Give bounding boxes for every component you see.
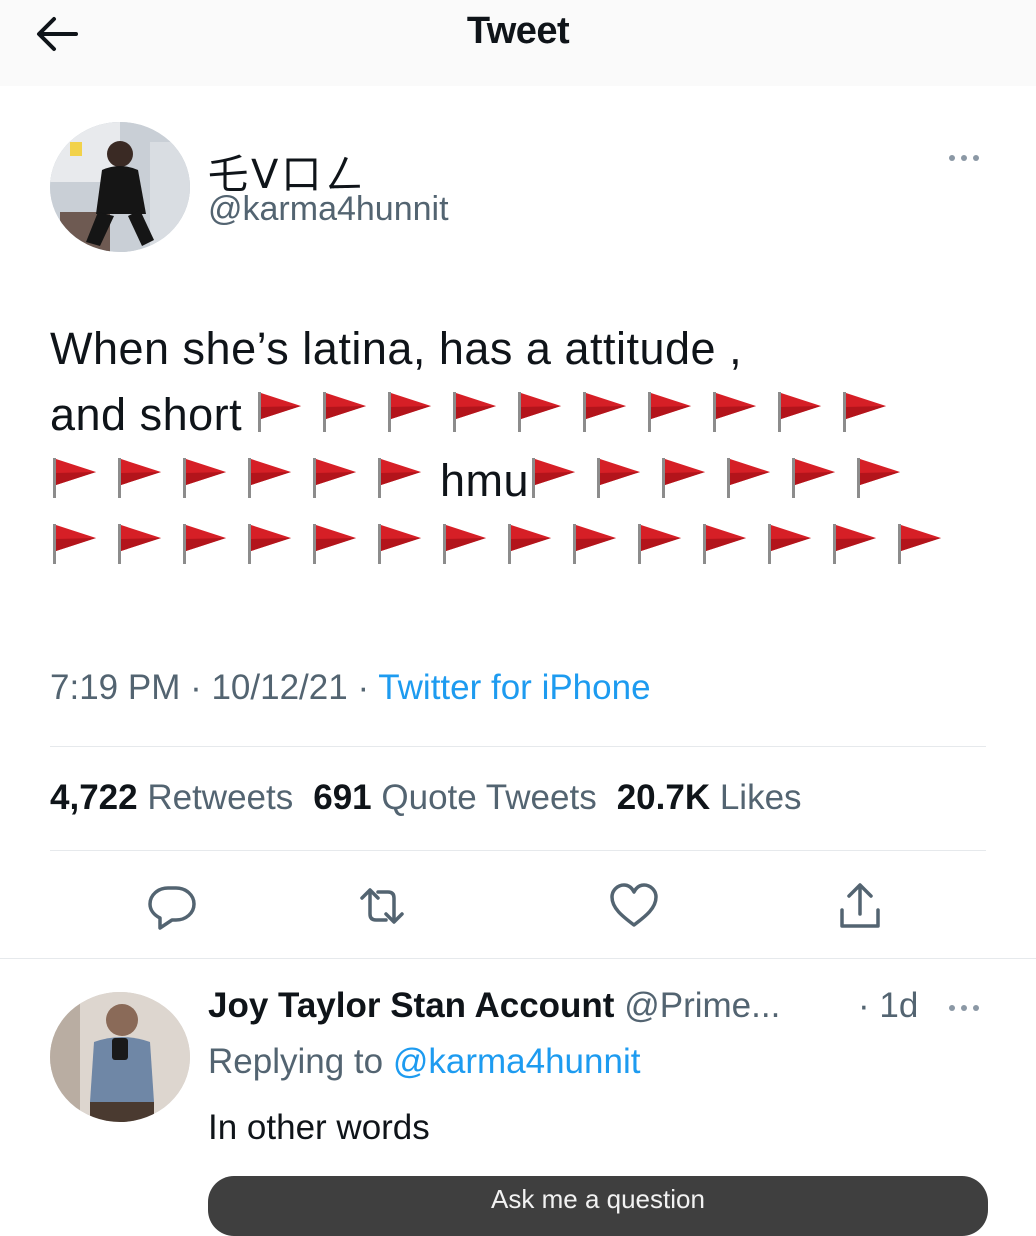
likes-stat[interactable]: 20.7K Likes: [617, 778, 802, 817]
tweet-line-2-text: and short: [50, 389, 243, 440]
like-icon: [610, 883, 658, 927]
reply-author-handle[interactable]: @Prime...: [624, 986, 780, 1025]
red-flag-emoji: [775, 390, 825, 434]
divider: [50, 746, 986, 747]
reply-media-card[interactable]: Ask me a question: [208, 1176, 988, 1236]
red-flag-emoji: [450, 390, 500, 434]
red-flag-emoji: [245, 456, 295, 500]
reply-icon: [148, 886, 196, 930]
red-flag-emoji: [505, 522, 555, 566]
red-flag-emoji: [50, 522, 100, 566]
red-flag-emoji: [440, 522, 490, 566]
red-flag-emoji: [245, 522, 295, 566]
red-flag-emoji: [310, 522, 360, 566]
quotes-count: 691: [313, 778, 372, 817]
retweet-button[interactable]: [356, 880, 408, 932]
red-flag-emoji: [320, 390, 370, 434]
retweets-label: Retweets: [147, 778, 294, 817]
red-flag-emoji: [310, 456, 360, 500]
tweet-hmu-text: hmu: [440, 455, 530, 506]
tweet-stats: 4,722 Retweets 691 Quote Tweets 20.7K Like…: [50, 778, 802, 818]
meta-separator: ·: [180, 668, 212, 707]
flag-group: [50, 455, 440, 506]
red-flag-emoji: [645, 390, 695, 434]
tweet-line-1: When she’s latina, has a attitude ,: [50, 323, 743, 374]
reply-time: · 1d: [858, 986, 919, 1025]
tweet-line-3: hmu: [50, 448, 1010, 514]
replying-to: Replying to @karma4hunnit: [208, 1042, 640, 1082]
reply-button[interactable]: [146, 880, 198, 932]
meta-separator: ·: [347, 668, 379, 707]
red-flag-emoji: [180, 456, 230, 500]
red-flag-emoji: [375, 456, 425, 500]
red-flag-emoji: [724, 456, 774, 500]
red-flag-emoji: [895, 522, 945, 566]
red-flag-emoji: [570, 522, 620, 566]
flag-group: [529, 455, 919, 506]
red-flag-emoji: [50, 456, 100, 500]
retweet-icon: [360, 888, 404, 924]
replying-to-label: Replying to: [208, 1042, 384, 1081]
red-flag-emoji: [115, 456, 165, 500]
like-button[interactable]: [608, 880, 660, 932]
more-icon: [949, 155, 979, 161]
tweet-line-2: and short: [50, 382, 1010, 448]
red-flag-emoji: [515, 390, 565, 434]
red-flag-emoji: [659, 456, 709, 500]
quote-tweets-stat[interactable]: 691 Quote Tweets: [313, 778, 596, 817]
red-flag-emoji: [840, 390, 890, 434]
red-flag-emoji: [385, 390, 435, 434]
reply-author-name[interactable]: Joy Taylor Stan Account: [208, 986, 614, 1025]
tweet-time: 7:19 PM: [50, 668, 181, 707]
tweet-meta: 7:19 PM · 10/12/21 · Twitter for iPhone: [50, 668, 651, 708]
red-flag-emoji: [594, 456, 644, 500]
red-flag-emoji: [830, 522, 880, 566]
red-flag-emoji: [180, 522, 230, 566]
share-button[interactable]: [834, 880, 886, 932]
tweet-line-4: [50, 514, 1010, 580]
red-flag-emoji: [255, 390, 305, 434]
red-flag-emoji: [580, 390, 630, 434]
red-flag-emoji: [765, 522, 815, 566]
share-icon: [840, 883, 880, 928]
replying-to-link[interactable]: @karma4hunnit: [393, 1042, 641, 1081]
red-flag-emoji: [529, 456, 579, 500]
tweet-text: When she’s latina, has a attitude , and …: [50, 316, 1010, 580]
red-flag-emoji: [635, 522, 685, 566]
tweet-date: 10/12/21: [211, 668, 348, 707]
red-flag-emoji: [854, 456, 904, 500]
quotes-label: Quote Tweets: [381, 778, 597, 817]
red-flag-emoji: [700, 522, 750, 566]
tweet-source-link[interactable]: Twitter for iPhone: [378, 668, 650, 707]
retweets-stat[interactable]: 4,722 Retweets: [50, 778, 293, 817]
reply-header: Joy Taylor Stan Account @Prime...: [208, 986, 780, 1026]
author-avatar[interactable]: [50, 122, 190, 252]
reply-avatar[interactable]: [50, 992, 190, 1122]
page-title: Tweet: [466, 10, 570, 52]
more-icon: [949, 1005, 979, 1011]
flag-group: [50, 521, 960, 572]
author-handle[interactable]: @karma4hunnit: [208, 190, 449, 229]
red-flag-emoji: [115, 522, 165, 566]
red-flag-emoji: [375, 522, 425, 566]
reply-more-options-button[interactable]: [944, 998, 984, 1018]
reply-text: In other words: [208, 1108, 430, 1147]
divider: [50, 850, 986, 851]
retweets-count: 4,722: [50, 778, 138, 817]
likes-label: Likes: [719, 778, 802, 817]
more-options-button[interactable]: [944, 148, 984, 168]
likes-count: 20.7K: [616, 778, 711, 817]
red-flag-emoji: [710, 390, 760, 434]
divider: [0, 958, 1036, 959]
flag-group: [255, 389, 905, 440]
red-flag-emoji: [789, 456, 839, 500]
